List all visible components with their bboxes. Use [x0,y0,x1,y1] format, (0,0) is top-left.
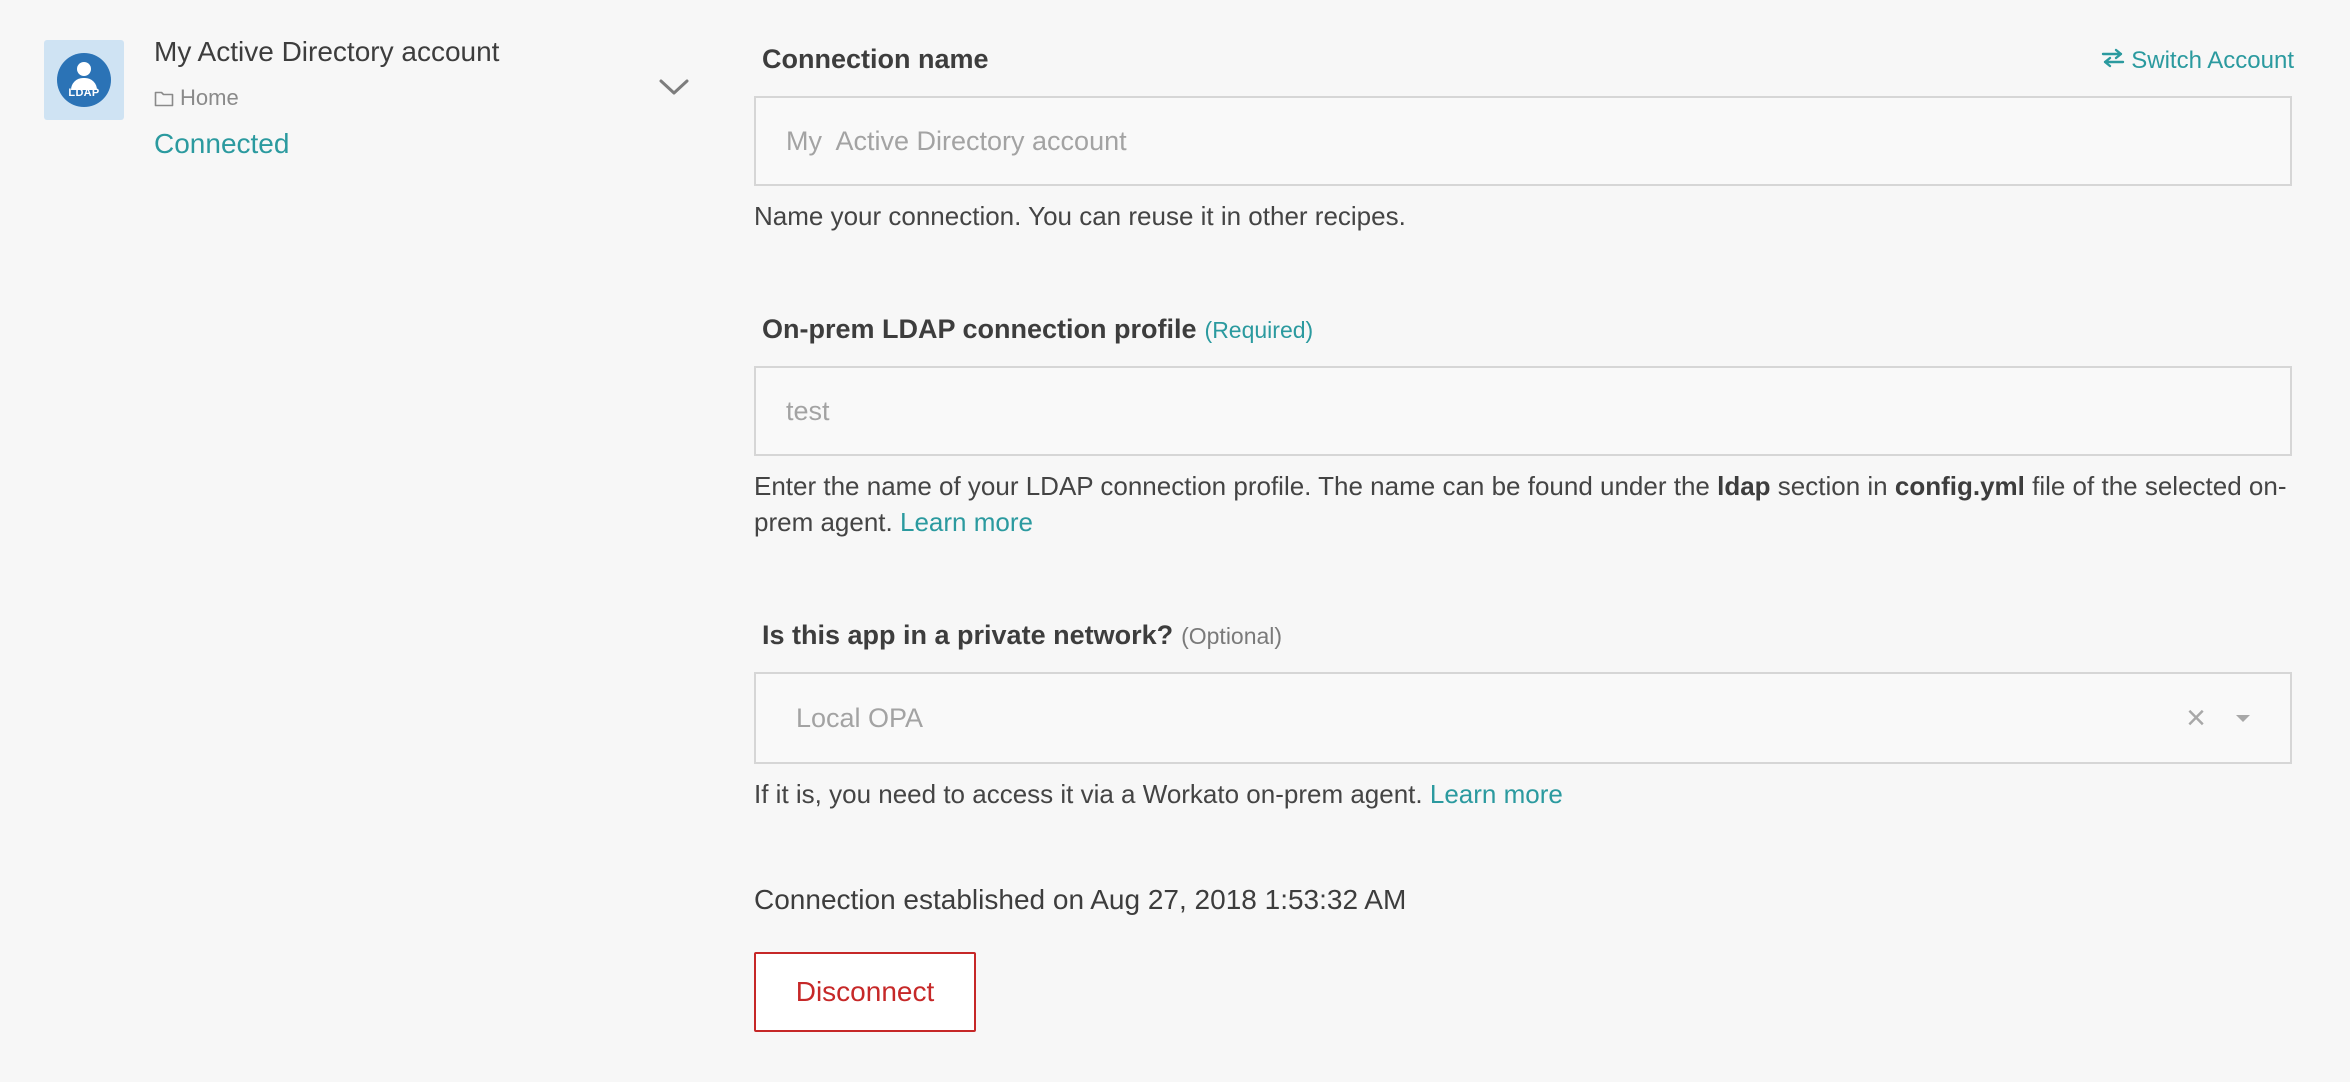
private-network-select[interactable]: Local OPA × [754,672,2292,764]
folder-name: Home [180,85,239,110]
swap-arrows-icon [2101,47,2125,75]
connection-name-label-text: Connection name [762,44,989,74]
connection-name-label: Connection name [762,44,989,75]
ldap-learn-more-link[interactable]: Learn more [900,507,1033,537]
switch-account-link[interactable]: Switch Account [2101,47,2294,75]
account-name: My Active Directory account [154,36,500,67]
caret-down-icon[interactable] [2236,714,2250,722]
required-tag: (Required) [1204,317,1314,343]
connection-established-text: Connection established on Aug 27, 2018 1… [754,884,1407,915]
ldap-hint-text-1: Enter the name of your LDAP connection p… [754,471,1718,501]
folder-breadcrumb[interactable]: Home [154,85,239,111]
chevron-down-icon[interactable] [656,72,692,102]
disconnect-button[interactable]: Disconnect [754,952,976,1032]
private-network-learn-more-link[interactable]: Learn more [1430,779,1563,809]
ldap-profile-label: On-prem LDAP connection profile (Required… [762,314,1313,345]
optional-tag: (Optional) [1181,623,1283,649]
ldap-user-icon: LDAP [57,53,111,107]
private-network-hint-text: If it is, you need to access it via a Wo… [754,779,1430,809]
switch-account-label: Switch Account [2131,47,2294,74]
connection-status: Connected [154,128,290,159]
ldap-hint-ldap: ldap [1717,471,1771,501]
private-network-label-text: Is this app in a private network? [762,620,1174,650]
clear-icon[interactable]: × [2186,701,2206,735]
app-logo-label: LDAP [68,87,100,99]
ldap-hint-text-2: section in [1770,471,1895,501]
folder-icon [154,90,174,107]
ldap-profile-input[interactable] [754,366,2292,456]
private-network-selected-value: Local OPA [796,702,924,733]
connection-name-hint: Name your connection. You can reuse it i… [754,201,1406,231]
private-network-label: Is this app in a private network? (Option… [762,620,1282,651]
app-logo: LDAP [44,40,124,120]
ldap-hint-config: config.yml [1894,471,2025,501]
connection-name-input[interactable] [754,96,2292,186]
ldap-profile-label-text: On-prem LDAP connection profile [762,314,1197,344]
private-network-hint: If it is, you need to access it via a Wo… [754,776,2299,812]
ldap-profile-hint: Enter the name of your LDAP connection p… [754,468,2299,540]
